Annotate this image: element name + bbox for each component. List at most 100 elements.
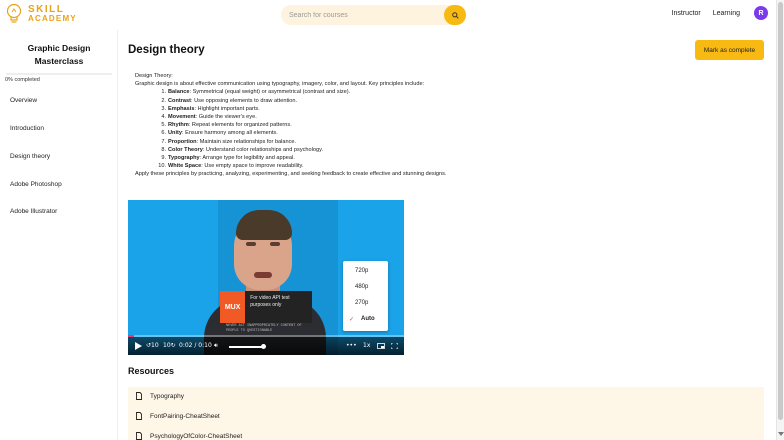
principles-list: 1. Balance: Symmetrical (equal weight) or…	[157, 88, 655, 170]
search-button[interactable]	[444, 5, 466, 25]
mux-fine-print: NEVER ACT INAPPROPRIATELY CONTENT OF PEO…	[226, 324, 302, 333]
fullscreen-icon[interactable]	[391, 343, 398, 349]
skill-academy-logo[interactable]: SKILL ACADEMY	[5, 3, 77, 25]
instructor-link[interactable]: Instructor	[672, 10, 701, 17]
list-number: 3.	[161, 105, 166, 112]
list-number: 5.	[161, 122, 166, 129]
list-number: 9.	[161, 155, 166, 162]
lesson-heading: Design Theory:	[135, 73, 173, 79]
principle-desc: : Use empty space to improve readability…	[201, 163, 304, 170]
video-controls: ↺10 10↻ 0:02 / 0:10 🔊︎ ••• 1x	[128, 337, 404, 355]
page-title: Design theory	[128, 44, 205, 56]
forward-icon: ↻	[170, 342, 176, 349]
mux-caption: For video API test purposes only	[250, 295, 290, 308]
search-icon	[451, 11, 459, 19]
lesson-content: Design Theory: Graphic design is about e…	[135, 72, 655, 179]
scrollbar-thumb[interactable]	[778, 2, 783, 420]
check-icon: ✓	[349, 317, 355, 323]
list-number: 6.	[161, 130, 166, 137]
principle-desc: : Arrange type for legibility and appeal…	[199, 155, 295, 162]
logo-line1: SKILL	[28, 4, 65, 15]
resource-label: FontPairing-CheatSheet	[150, 412, 220, 420]
principle-desc: : Understand color relationships and psy…	[202, 146, 324, 153]
lesson-closing: Apply these principles by practicing, an…	[135, 171, 447, 178]
principle-name: Proportion	[168, 138, 197, 145]
video-player[interactable]: MUX For video API test purposes only NEV…	[128, 200, 404, 355]
principle-name: Rhythm	[168, 122, 189, 129]
resource-item-typography[interactable]: Typography	[136, 392, 184, 400]
resource-item-psychologyofcolor[interactable]: PsychologyOfColor-CheatSheet	[136, 432, 242, 440]
list-item: 9. Typography: Arrange type for legibilit…	[157, 154, 655, 162]
list-item: 3. Emphasis: Highlight important parts.	[157, 105, 655, 113]
sidebar-item-introduction[interactable]: Introduction	[10, 125, 44, 132]
logo-line2: ACADEMY	[28, 14, 77, 23]
principle-name: Color Theory	[168, 146, 203, 153]
logo-wordmark: SKILL ACADEMY	[28, 4, 77, 24]
principle-desc: : Highlight important parts.	[194, 105, 260, 112]
avatar[interactable]: R	[754, 6, 768, 20]
document-icon	[136, 432, 142, 440]
principle-name: Contrast	[168, 97, 191, 104]
time-display: 0:02 / 0:10	[179, 342, 212, 349]
mux-logo: MUX	[220, 291, 246, 323]
top-navbar: SKILL ACADEMY Instructor Learning R	[0, 0, 776, 30]
quality-option-270p[interactable]: 270p	[355, 300, 368, 306]
principle-desc: : Symmetrical (equal weight) or asymmetr…	[189, 89, 351, 96]
resource-label: Typography	[150, 392, 184, 400]
learning-link[interactable]: Learning	[713, 10, 740, 17]
principle-name: Balance	[168, 89, 190, 96]
quality-option-720p[interactable]: 720p	[355, 268, 368, 274]
list-number: 4.	[161, 114, 166, 121]
list-number: 8.	[161, 146, 166, 153]
document-icon	[136, 412, 142, 420]
principle-name: Emphasis	[168, 105, 195, 112]
principle-desc: : Use opposing elements to draw attentio…	[191, 97, 298, 104]
scroll-down-arrow-icon[interactable]	[778, 431, 784, 437]
list-number: 7.	[161, 138, 166, 145]
principle-name: White Space	[168, 163, 202, 170]
quality-option-480p[interactable]: 480p	[355, 284, 368, 290]
lesson-intro: Graphic design is about effective commun…	[135, 81, 425, 88]
mark-complete-button[interactable]: Mark as complete	[695, 40, 764, 60]
lightbulb-icon	[6, 3, 22, 23]
principle-name: Unity	[168, 130, 182, 137]
search-bar	[281, 5, 466, 25]
quality-option-auto[interactable]: Auto	[361, 316, 375, 322]
picture-in-picture-icon[interactable]	[377, 343, 385, 349]
list-item: 5. Rhythm: Repeat elements for organized …	[157, 121, 655, 129]
volume-slider[interactable]	[229, 346, 264, 348]
list-item: 4. Movement: Guide the viewer's eye.	[157, 113, 655, 121]
volume-icon[interactable]: 🔊︎	[214, 342, 218, 350]
list-item: 8. Color Theory: Understand color relatio…	[157, 146, 655, 154]
presenter-hair	[236, 210, 292, 240]
presenter-eye	[246, 242, 256, 246]
course-title: Graphic Design Masterclass	[27, 43, 91, 66]
rewind-button[interactable]: ↺10	[146, 342, 159, 349]
sidebar-item-overview[interactable]: Overview	[10, 97, 37, 104]
principle-desc: : Maintain size relationships for balanc…	[196, 138, 297, 145]
sidebar-item-design-theory[interactable]: Design theory	[10, 153, 50, 160]
playback-speed-button[interactable]: 1x	[363, 342, 370, 349]
list-item: 2. Contrast: Use opposing elements to dra…	[157, 97, 655, 105]
presenter-mouth	[254, 272, 272, 278]
forward-button[interactable]: 10↻	[163, 342, 176, 349]
play-icon[interactable]	[135, 342, 142, 350]
sidebar-item-adobe-illustrator[interactable]: Adobe Illustrator	[10, 208, 57, 215]
principle-name: Typography	[168, 155, 200, 162]
resource-item-fontpairing[interactable]: FontPairing-CheatSheet	[136, 412, 220, 420]
more-options-icon[interactable]: •••	[346, 342, 357, 349]
list-item: 6. Unity: Ensure harmony among all elemen…	[157, 129, 655, 137]
progress-text: 0% completed	[5, 77, 40, 83]
resources-heading: Resources	[128, 366, 175, 376]
rewind-label: 10	[151, 342, 159, 349]
list-number: 1.	[161, 89, 166, 96]
sidebar-item-adobe-photoshop[interactable]: Adobe Photoshop	[10, 181, 62, 188]
page-scrollbar[interactable]	[776, 0, 784, 440]
principle-name: Movement	[168, 114, 196, 121]
resource-label: PsychologyOfColor-CheatSheet	[150, 432, 243, 440]
list-item: 10. White Space: Use empty space to impro…	[157, 162, 655, 170]
list-number: 2.	[161, 97, 166, 104]
principle-desc: : Guide the viewer's eye.	[195, 114, 257, 121]
search-input[interactable]	[289, 5, 439, 25]
volume-slider-knob[interactable]	[261, 344, 267, 349]
